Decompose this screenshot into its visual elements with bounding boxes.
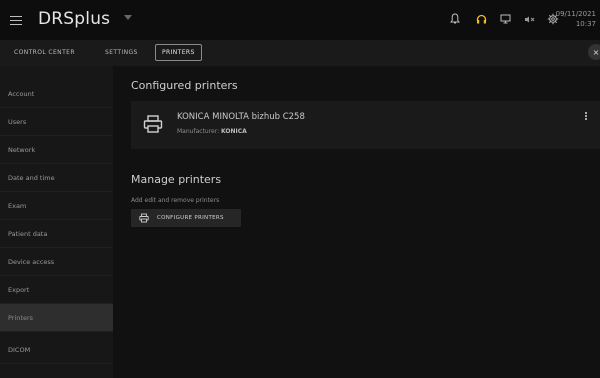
printer-card[interactable]: KONICA MINOLTA bizhub C258 Manufacturer:…	[131, 101, 600, 149]
date-text: 09/11/2021	[555, 10, 596, 18]
sidebar-item-device-access[interactable]: Device access	[0, 248, 113, 276]
sidebar-item-exam[interactable]: Exam	[0, 192, 113, 220]
date-time: 09/11/2021 10:37	[556, 9, 596, 29]
sidebar-item-dicom[interactable]: DICOM	[0, 336, 113, 364]
manufacturer-value: KONICA	[221, 128, 247, 135]
printer-icon	[139, 213, 149, 223]
printer-icon	[143, 115, 163, 133]
mute-icon[interactable]	[522, 12, 536, 26]
menu-icon[interactable]	[10, 13, 22, 27]
tab-printers[interactable]: PRINTERS	[155, 44, 202, 61]
tab-bar: CONTROL CENTER SETTINGS PRINTERS ×	[0, 40, 600, 66]
sidebar-item-printers[interactable]: Printers	[0, 304, 113, 332]
sidebar-item-network[interactable]: Network	[0, 136, 113, 164]
sidebar: Account Users Network Date and time Exam…	[0, 66, 113, 378]
manufacturer-label: Manufacturer:	[177, 128, 220, 135]
configure-printers-button[interactable]: CONFIGURE PRINTERS	[131, 209, 241, 227]
tab-control-center[interactable]: CONTROL CENTER	[8, 44, 81, 61]
dropdown-caret-icon[interactable]	[124, 15, 132, 20]
configured-printers-title: Configured printers	[131, 79, 238, 92]
manage-printers-title: Manage printers	[131, 173, 222, 186]
top-bar: DRSplus 09/11/2021 10:37	[0, 0, 600, 40]
kebab-icon[interactable]	[585, 111, 589, 123]
app-title: DRSplus	[38, 9, 111, 29]
sidebar-item-patient-data[interactable]: Patient data	[0, 220, 113, 248]
printer-manufacturer: Manufacturer: KONICA	[177, 128, 247, 135]
close-icon[interactable]: ×	[588, 44, 600, 60]
time-text: 10:37	[575, 20, 596, 28]
main-content: Configured printers KONICA MINOLTA bizhu…	[113, 66, 600, 378]
monitor-icon[interactable]	[498, 12, 512, 26]
manage-printers-subtitle: Add edit and remove printers	[131, 197, 220, 204]
sidebar-item-export[interactable]: Export	[0, 276, 113, 304]
bell-icon[interactable]	[448, 12, 462, 26]
tab-settings[interactable]: SETTINGS	[99, 44, 144, 61]
sidebar-item-date-and-time[interactable]: Date and time	[0, 164, 113, 192]
printer-name: KONICA MINOLTA bizhub C258	[177, 112, 305, 122]
configure-printers-label: CONFIGURE PRINTERS	[157, 215, 224, 221]
sidebar-item-users[interactable]: Users	[0, 108, 113, 136]
headset-icon[interactable]	[474, 12, 488, 26]
sidebar-item-account[interactable]: Account	[0, 80, 113, 108]
